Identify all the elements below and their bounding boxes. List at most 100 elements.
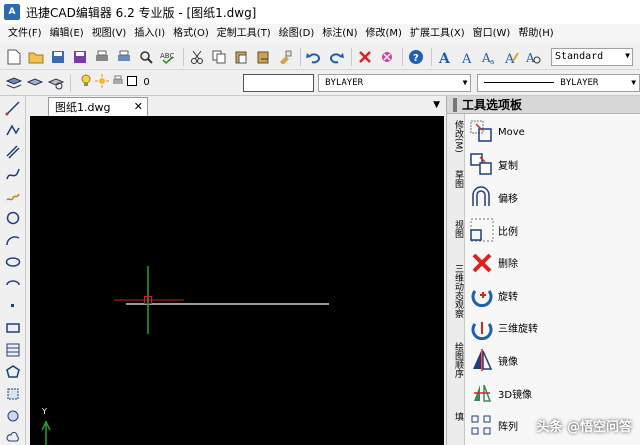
save-icon[interactable] (48, 47, 68, 67)
chevron-down-icon: ▼ (625, 50, 630, 60)
ucs-y-label: Y (41, 407, 47, 416)
mirror-icon (469, 347, 495, 373)
menu-view[interactable]: 视图(V) (88, 24, 131, 44)
palette-tab-fill[interactable]: 填 (449, 412, 463, 421)
palette-tab-sketch[interactable]: 草图 (449, 170, 463, 188)
palette-item-rotate[interactable]: 旋转 (467, 279, 639, 312)
palette-tab-view[interactable]: 视图 (449, 220, 463, 238)
color-bylayer-value: BYLAYER (325, 77, 364, 88)
erase-icon[interactable] (377, 47, 397, 67)
copy-clipboard-icon[interactable] (209, 47, 229, 67)
paste-special-icon[interactable] (253, 47, 273, 67)
toolbar-separator (431, 47, 432, 66)
palette-tab-3d-orbit[interactable]: 三维动态观察 (449, 264, 463, 318)
print-icon[interactable] (92, 47, 112, 67)
open-folder-icon[interactable] (26, 47, 46, 67)
menu-help[interactable]: 帮助(H) (514, 24, 557, 44)
text-find-icon[interactable]: A (523, 47, 543, 67)
cut-icon[interactable] (187, 47, 207, 67)
text-style-icon[interactable]: Aa (479, 47, 499, 67)
palette-item-move[interactable]: Move (467, 116, 639, 149)
palette-tab-modify[interactable]: 修改(M) (449, 120, 463, 153)
color-bylayer-select[interactable]: BYLAYER ▼ (318, 73, 472, 92)
linetype-value: BYLAYER (560, 77, 599, 88)
layer-color-swatch[interactable] (127, 76, 138, 89)
layer-name-value: 0 (143, 77, 150, 88)
circle-tool-icon[interactable] (2, 208, 24, 228)
palette-item-mirror-3d[interactable]: 3D镜像 (467, 377, 639, 410)
help-icon[interactable]: ? (406, 47, 426, 67)
delete-icon (469, 250, 495, 276)
color-select[interactable] (243, 73, 315, 92)
tab-drawing1[interactable]: 图纸1.dwg ✕ (48, 97, 148, 116)
menu-draw[interactable]: 绘图(D) (275, 24, 319, 44)
menu-extended-tools[interactable]: 扩展工具(X) (406, 24, 469, 44)
tab-list-chevron-icon[interactable]: ▼ (433, 100, 440, 110)
drawing-canvas[interactable]: Y (30, 116, 444, 445)
menu-window[interactable]: 窗口(W) (469, 24, 515, 44)
palette-item-copy[interactable]: 复制 (467, 149, 639, 182)
menu-dimension[interactable]: 标注(N) (318, 24, 361, 44)
svg-text:A: A (461, 52, 472, 65)
palette-item-scale[interactable]: 比例 (467, 214, 639, 247)
drag-handle-icon[interactable] (453, 97, 457, 112)
polyline-tool-icon[interactable] (2, 120, 24, 140)
svg-text:a: a (490, 58, 494, 65)
text-edit-icon[interactable]: A (501, 47, 521, 67)
close-icon[interactable]: ✕ (134, 100, 143, 113)
revision-cloud-tool-icon[interactable] (2, 428, 24, 445)
ellipse-arc-tool-icon[interactable] (2, 274, 24, 294)
menu-format[interactable]: 格式(O) (169, 24, 213, 44)
standard-toolbar: ABC ? A A Aa A A Standard ▼ (0, 44, 640, 70)
menu-edit[interactable]: 编辑(E) (46, 24, 88, 44)
region-tool-icon[interactable] (2, 384, 24, 404)
match-properties-icon[interactable] (275, 47, 295, 67)
text-single-icon[interactable]: A (457, 47, 477, 67)
point-tool-icon[interactable] (2, 296, 24, 316)
new-file-icon[interactable] (4, 47, 24, 67)
hatch-tool-icon[interactable] (2, 340, 24, 360)
tool-palette-title: 工具选项板 (462, 98, 523, 112)
print-preview-icon[interactable] (114, 47, 134, 67)
layer-manager-icon[interactable] (4, 73, 23, 93)
lightbulb-icon[interactable] (80, 74, 92, 91)
polygon-tool-icon[interactable] (2, 362, 24, 382)
save-as-icon[interactable] (70, 47, 90, 67)
palette-item-label: Move (498, 126, 525, 138)
palette-item-label: 旋转 (498, 291, 518, 303)
delete-x-icon[interactable] (355, 47, 375, 67)
arc-tool-icon[interactable] (2, 230, 24, 250)
layer-previous-icon[interactable] (25, 73, 44, 93)
palette-item-rotate-3d[interactable]: 三维旋转 (467, 312, 639, 345)
text-multiline-icon[interactable]: A (435, 47, 455, 67)
menu-file[interactable]: 文件(F) (4, 24, 46, 44)
app-logo-icon: A (4, 4, 20, 20)
sketch-tool-icon[interactable] (2, 186, 24, 206)
zoom-icon[interactable] (136, 47, 156, 67)
sun-icon[interactable] (95, 74, 110, 91)
palette-item-offset[interactable]: 偏移 (467, 181, 639, 214)
menu-custom-tools[interactable]: 定制工具(T) (213, 24, 275, 44)
redo-icon[interactable] (326, 47, 346, 67)
undo-icon[interactable] (304, 47, 324, 67)
toolbar-separator (70, 73, 72, 92)
menu-insert[interactable]: 插入(I) (130, 24, 169, 44)
multiline-tool-icon[interactable] (2, 142, 24, 162)
paste-icon[interactable] (231, 47, 251, 67)
layer-state-icon[interactable] (46, 73, 65, 93)
tool-palette-header[interactable]: 工具选项板 (447, 96, 640, 114)
rectangle-tool-icon[interactable] (2, 318, 24, 338)
line-tool-icon[interactable] (2, 98, 24, 118)
palette-item-delete[interactable]: 删除 (467, 246, 639, 279)
layer-select[interactable]: 0 (80, 74, 233, 92)
printer-small-icon[interactable] (112, 75, 124, 90)
palette-tab-draw-order[interactable]: 绘图顺序 (449, 342, 463, 378)
ellipse-tool-icon[interactable] (2, 252, 24, 272)
menu-modify[interactable]: 修改(M) (362, 24, 406, 44)
palette-item-mirror[interactable]: 镜像 (467, 344, 639, 377)
boundary-tool-icon[interactable] (2, 406, 24, 426)
text-style-select[interactable]: Standard ▼ (551, 47, 633, 66)
spell-check-icon[interactable]: ABC (158, 47, 178, 67)
spline-tool-icon[interactable] (2, 164, 24, 184)
linetype-select[interactable]: BYLAYER ▼ (477, 73, 640, 92)
